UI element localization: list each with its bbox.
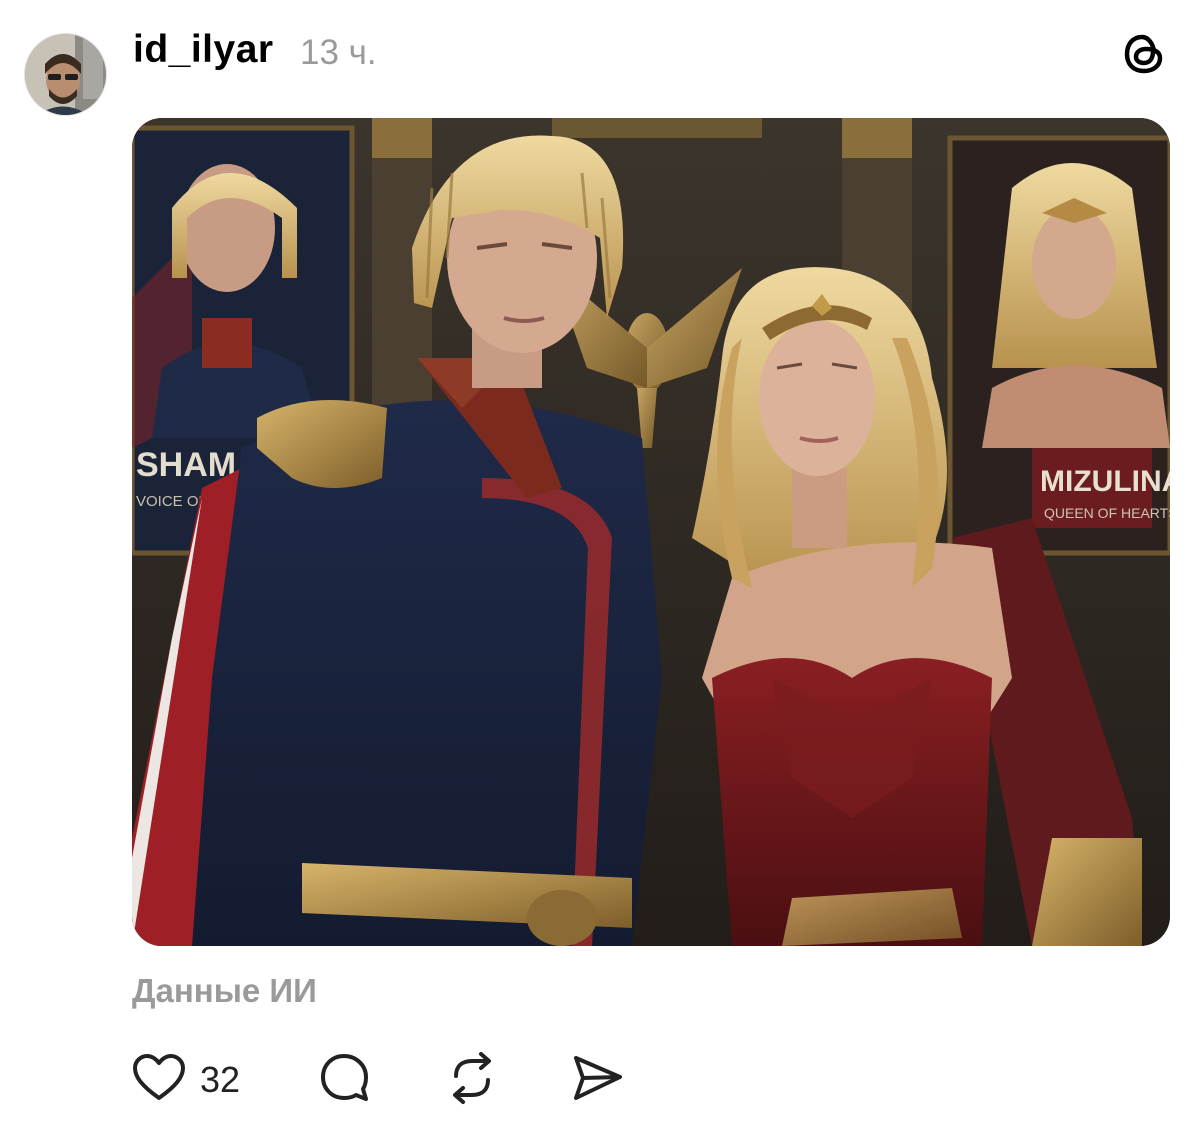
heart-icon — [132, 1053, 186, 1108]
avatar[interactable] — [24, 33, 107, 116]
ai-info-label[interactable]: Данные ИИ — [132, 972, 317, 1010]
comment-bubble-icon — [318, 1051, 372, 1110]
poster-right-name: MIZULINA — [1040, 465, 1170, 498]
share-button[interactable] — [570, 1052, 626, 1108]
like-count: 32 — [200, 1059, 241, 1100]
poster-right-subtitle: QUEEN OF HEARTS — [1044, 505, 1170, 521]
reply-button[interactable] — [318, 1052, 372, 1108]
like-button[interactable]: 32 — [132, 1052, 240, 1108]
repost-icon — [444, 1050, 500, 1111]
send-icon — [570, 1050, 626, 1111]
post-timestamp: 13 ч. — [300, 33, 377, 72]
post-image[interactable]: SHAMAN VOICE OF RUSSIA MIZULINA QUEEN OF… — [132, 118, 1170, 946]
username[interactable]: id_ilyar — [133, 28, 274, 72]
threads-logo-icon[interactable] — [1120, 30, 1168, 78]
post-actions: 32 — [132, 1050, 632, 1111]
repost-button[interactable] — [444, 1050, 500, 1111]
